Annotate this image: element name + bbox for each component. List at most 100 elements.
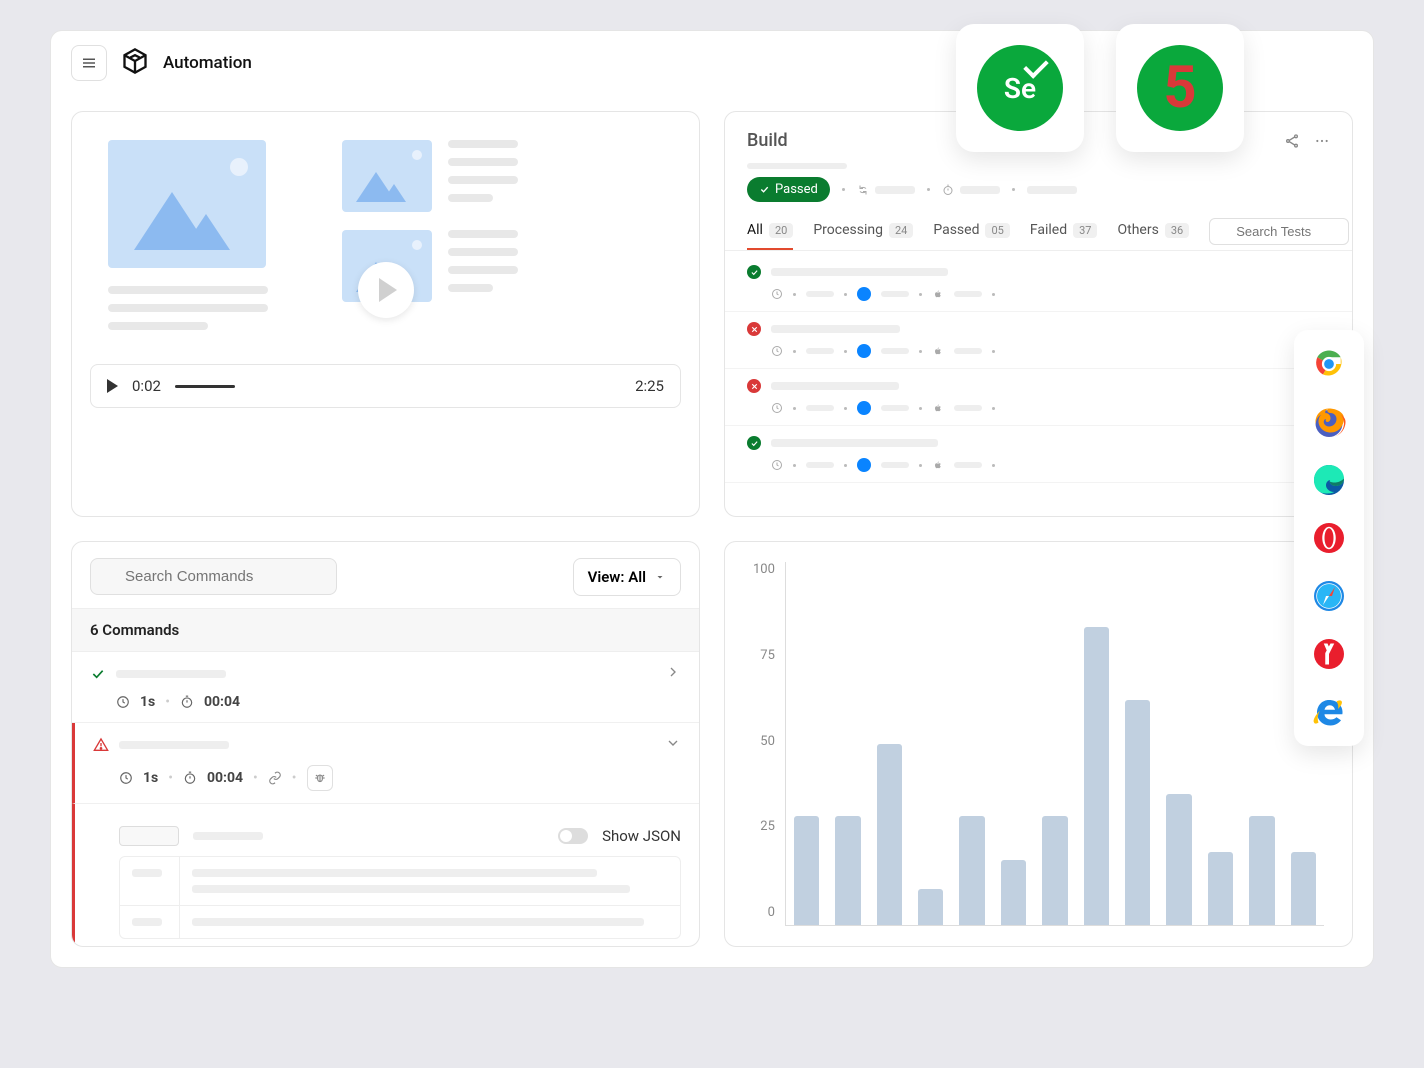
chart-bar bbox=[1208, 852, 1233, 925]
x-icon bbox=[747, 379, 761, 393]
browser-rail bbox=[1294, 330, 1364, 746]
chrome-icon[interactable] bbox=[1309, 344, 1349, 384]
command-row[interactable]: 1s• 00:04• • bbox=[72, 723, 699, 804]
chart-bar bbox=[877, 744, 902, 926]
opera-icon[interactable] bbox=[1309, 518, 1349, 558]
chevron-down-icon bbox=[654, 571, 666, 583]
junit5-icon: 5 bbox=[1137, 45, 1223, 131]
view-label: View: All bbox=[588, 568, 646, 586]
apple-icon bbox=[932, 345, 944, 357]
browser-chip-icon bbox=[857, 458, 871, 472]
chart-bar bbox=[1001, 860, 1026, 925]
video-thumbnail-small bbox=[342, 140, 432, 212]
build-panel: Build Passed All20Processing24Pas bbox=[724, 111, 1353, 517]
json-toggle[interactable] bbox=[558, 828, 588, 844]
test-row[interactable] bbox=[725, 312, 1352, 369]
commands-panel: View: All 6 Commands 1s• 00:04 1s• 00:04… bbox=[71, 541, 700, 947]
junit5-logo-card: 5 bbox=[1116, 24, 1244, 152]
bug-icon[interactable] bbox=[307, 765, 333, 791]
chart-bar bbox=[794, 816, 819, 925]
chart-bar bbox=[1042, 816, 1067, 925]
video-current-time: 0:02 bbox=[132, 377, 161, 395]
firefox-icon[interactable] bbox=[1309, 402, 1349, 442]
stopwatch-icon bbox=[183, 771, 197, 785]
apple-icon bbox=[932, 402, 944, 414]
test-row[interactable] bbox=[725, 426, 1352, 483]
tab-all[interactable]: All20 bbox=[747, 212, 793, 250]
stopwatch-icon bbox=[180, 695, 194, 709]
clock-icon bbox=[771, 459, 783, 471]
build-tabs: All20 Processing24 Passed05 Failed37 Others3… bbox=[725, 212, 1352, 251]
json-toggle-label: Show JSON bbox=[602, 827, 681, 845]
warning-icon bbox=[93, 737, 109, 753]
apple-icon bbox=[932, 459, 944, 471]
chart-y-axis: 1007550250 bbox=[753, 562, 785, 926]
apple-icon bbox=[932, 288, 944, 300]
tab-failed[interactable]: Failed37 bbox=[1030, 212, 1098, 250]
check-icon bbox=[747, 436, 761, 450]
app-window: Automation bbox=[50, 30, 1374, 968]
chart-bar bbox=[1249, 816, 1274, 925]
view-dropdown[interactable]: View: All bbox=[573, 558, 681, 596]
test-row[interactable] bbox=[725, 369, 1352, 426]
check-icon bbox=[747, 265, 761, 279]
chart-panel: 1007550250 bbox=[724, 541, 1353, 947]
command-row[interactable]: 1s• 00:04 bbox=[72, 652, 699, 723]
tab-processing[interactable]: Processing24 bbox=[813, 212, 913, 250]
menu-button[interactable] bbox=[71, 45, 107, 81]
play-icon[interactable] bbox=[107, 379, 118, 393]
video-progress[interactable] bbox=[175, 385, 235, 388]
chart-bar bbox=[835, 816, 860, 925]
chart-bar bbox=[1125, 700, 1150, 925]
x-icon bbox=[747, 322, 761, 336]
command-params-table bbox=[119, 856, 681, 939]
video-duration: 2:25 bbox=[635, 377, 664, 395]
status-pill: Passed bbox=[747, 177, 830, 202]
edge-icon[interactable] bbox=[1309, 460, 1349, 500]
tab-passed[interactable]: Passed05 bbox=[933, 212, 1010, 250]
browser-chip-icon bbox=[857, 287, 871, 301]
tab-others[interactable]: Others36 bbox=[1117, 212, 1189, 250]
share-icon[interactable] bbox=[1284, 133, 1300, 149]
clock-icon bbox=[116, 695, 130, 709]
chart-bar bbox=[959, 816, 984, 925]
tests-search-input[interactable] bbox=[1209, 218, 1349, 245]
clock-icon bbox=[771, 345, 783, 357]
build-title: Build bbox=[747, 130, 788, 151]
browser-chip-icon bbox=[857, 344, 871, 358]
command-detail: Show JSON bbox=[72, 804, 699, 947]
chart-bar bbox=[918, 889, 943, 925]
safari-icon[interactable] bbox=[1309, 576, 1349, 616]
ie-icon[interactable] bbox=[1309, 692, 1349, 732]
logo-icon bbox=[121, 47, 149, 79]
link-icon[interactable] bbox=[268, 771, 282, 785]
clock-icon bbox=[771, 288, 783, 300]
check-icon bbox=[90, 666, 106, 682]
chart-bar bbox=[1166, 794, 1191, 925]
clock-icon bbox=[771, 402, 783, 414]
test-row[interactable] bbox=[725, 255, 1352, 312]
play-button[interactable] bbox=[358, 262, 414, 318]
chevron-down-icon[interactable] bbox=[665, 735, 681, 751]
chart-bars bbox=[785, 562, 1324, 926]
selenium-icon: Se bbox=[977, 45, 1063, 131]
panel-grid: 0:02 2:25 Build Passed bbox=[71, 111, 1353, 947]
chart-bar bbox=[1084, 627, 1109, 925]
selenium-logo-card: Se bbox=[956, 24, 1084, 152]
video-panel: 0:02 2:25 bbox=[71, 111, 700, 517]
commands-count: 6 Commands bbox=[72, 608, 699, 652]
video-thumbnail-large bbox=[108, 140, 266, 268]
video-left-col bbox=[108, 140, 318, 340]
yandex-icon[interactable] bbox=[1309, 634, 1349, 674]
page-title: Automation bbox=[163, 53, 252, 73]
video-controls: 0:02 2:25 bbox=[90, 364, 681, 408]
browser-chip-icon bbox=[857, 401, 871, 415]
more-icon[interactable] bbox=[1314, 133, 1330, 149]
video-body bbox=[72, 112, 699, 352]
chevron-right-icon[interactable] bbox=[665, 664, 681, 680]
status-label: Passed bbox=[775, 182, 818, 197]
commands-search-input[interactable] bbox=[90, 558, 337, 595]
test-list bbox=[725, 251, 1352, 487]
clock-icon bbox=[119, 771, 133, 785]
chart-bar bbox=[1291, 852, 1316, 925]
